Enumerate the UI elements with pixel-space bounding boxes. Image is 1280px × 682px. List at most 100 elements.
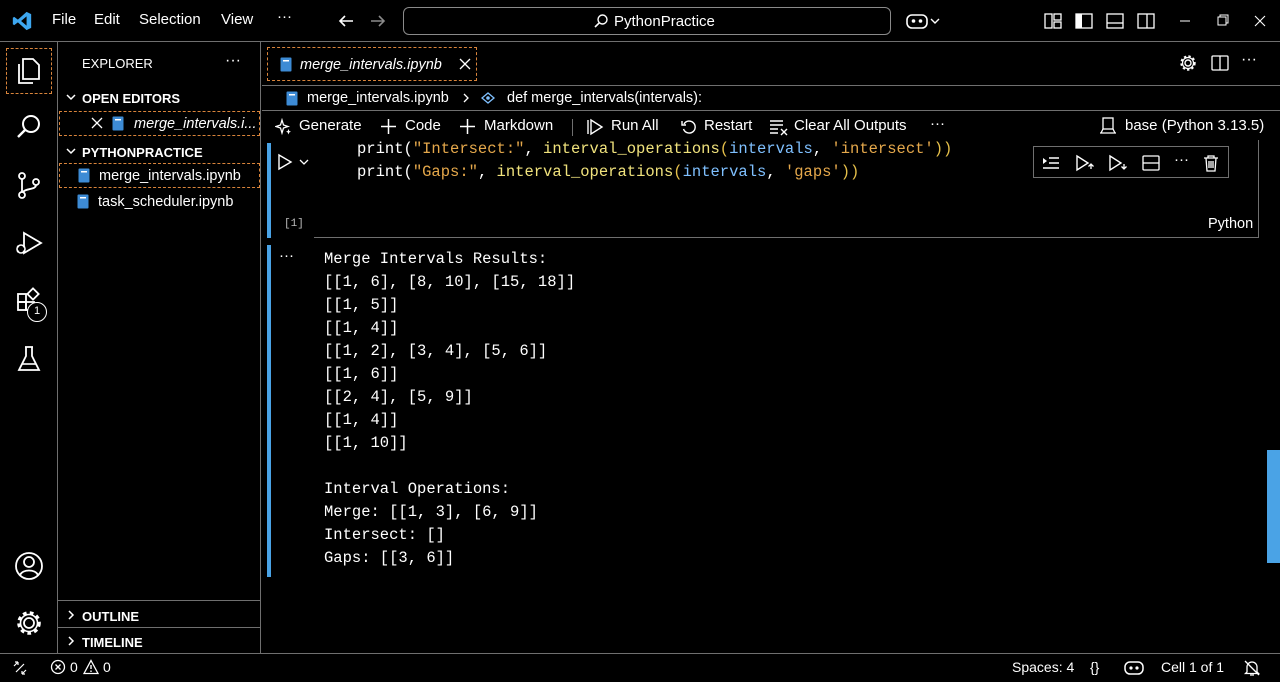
explorer-title: EXPLORER xyxy=(82,56,153,71)
output-line: Merge: [[1, 3], [6, 9]] xyxy=(324,503,538,521)
close-icon[interactable] xyxy=(458,57,472,71)
divider xyxy=(58,627,261,628)
forward-arrow-icon[interactable] xyxy=(369,12,387,30)
output-more-button[interactable]: ··· xyxy=(279,247,294,264)
kernel-selector[interactable]: base (Python 3.13.5) xyxy=(1125,117,1264,134)
add-markdown-cell-button[interactable]: Markdown xyxy=(484,117,553,134)
run-cell-icon[interactable] xyxy=(277,153,293,171)
outline-header[interactable]: OUTLINE xyxy=(58,605,261,627)
execution-count: [1] xyxy=(284,218,304,230)
command-center[interactable]: PythonPractice xyxy=(403,7,891,35)
output-line: [[1, 4]] xyxy=(324,319,399,337)
cell-position[interactable]: Cell 1 of 1 xyxy=(1161,659,1224,675)
copilot-status-icon[interactable] xyxy=(1124,659,1144,677)
run-by-line-icon[interactable] xyxy=(1042,154,1060,172)
menu-edit[interactable]: Edit xyxy=(94,11,120,28)
notebook-file-icon xyxy=(78,168,90,183)
split-editor-icon[interactable] xyxy=(1211,54,1229,72)
run-below-icon[interactable] xyxy=(1108,154,1128,172)
close-icon[interactable] xyxy=(90,116,104,130)
notebook-file-icon xyxy=(112,116,124,131)
toggle-primary-sidebar-icon[interactable] xyxy=(1075,12,1093,30)
toggle-panel-icon[interactable] xyxy=(1106,12,1124,30)
restore-icon[interactable] xyxy=(1216,12,1230,30)
cell-focus-indicator xyxy=(267,143,271,238)
output-line: Gaps: [[3, 6]] xyxy=(324,549,455,567)
output-line: [[1, 5]] xyxy=(324,296,399,314)
chevron-down-icon xyxy=(64,144,78,158)
notifications-muted-icon[interactable] xyxy=(1243,659,1261,677)
search-icon[interactable] xyxy=(14,112,44,142)
run-above-icon[interactable] xyxy=(1075,154,1095,172)
breadcrumb-symbol[interactable]: def merge_intervals(intervals): xyxy=(507,90,702,106)
output-line: [[1, 2], [3, 4], [5, 6]] xyxy=(324,342,548,360)
indentation-status[interactable]: Spaces: 4 xyxy=(1012,659,1074,675)
output-line: Intersect: [] xyxy=(324,526,445,544)
explorer-icon[interactable] xyxy=(14,55,44,85)
file-item-merge-intervals[interactable]: merge_intervals.ipynb xyxy=(59,163,260,188)
restart-button[interactable]: Restart xyxy=(704,117,752,134)
menu-more[interactable]: ··· xyxy=(277,8,292,25)
add-code-cell-button[interactable]: Code xyxy=(405,117,441,134)
vscode-logo-icon xyxy=(11,10,33,32)
vertical-scrollbar[interactable] xyxy=(1267,450,1280,563)
menu-file[interactable]: File xyxy=(52,11,76,28)
close-window-icon[interactable] xyxy=(1253,12,1267,30)
cell-more-button[interactable]: ··· xyxy=(1174,151,1189,168)
sparkle-icon xyxy=(275,118,293,136)
chevron-right-icon xyxy=(460,92,472,104)
generate-button[interactable]: Generate xyxy=(299,117,362,134)
editor-more-button[interactable]: ··· xyxy=(1241,51,1257,69)
settings-gear-icon[interactable] xyxy=(1179,54,1197,72)
timeline-header[interactable]: TIMELINE xyxy=(58,631,261,653)
chevron-down-icon[interactable] xyxy=(298,156,310,168)
file-item-task-scheduler[interactable]: task_scheduler.ipynb xyxy=(59,190,260,215)
explorer-more-button[interactable]: ··· xyxy=(225,52,241,70)
error-icon[interactable] xyxy=(50,659,66,675)
split-cell-icon[interactable] xyxy=(1142,154,1160,172)
file-name: merge_intervals.ipynb xyxy=(99,168,241,184)
output-line: Interval Operations: xyxy=(324,480,511,498)
chevron-down-icon xyxy=(64,90,78,104)
file-name: task_scheduler.ipynb xyxy=(98,194,234,210)
cell-language[interactable]: Python xyxy=(1208,216,1253,232)
run-all-icon xyxy=(587,118,605,136)
folder-header[interactable]: PYTHONPRACTICE xyxy=(58,142,261,164)
language-braces[interactable]: {} xyxy=(1090,659,1099,675)
manage-gear-icon[interactable] xyxy=(14,608,44,638)
toggle-secondary-sidebar-icon[interactable] xyxy=(1137,12,1155,30)
editor-area: merge_intervals.ipynb ··· merge_interval… xyxy=(262,42,1280,653)
remote-icon[interactable] xyxy=(12,660,28,676)
error-count[interactable]: 0 xyxy=(70,659,78,675)
breadcrumb-file[interactable]: merge_intervals.ipynb xyxy=(307,90,449,106)
open-editors-header[interactable]: OPEN EDITORS xyxy=(58,88,261,110)
open-editors-label: OPEN EDITORS xyxy=(82,91,181,106)
delete-cell-icon[interactable] xyxy=(1203,154,1219,172)
warning-icon[interactable] xyxy=(83,659,99,675)
testing-icon[interactable] xyxy=(14,344,44,374)
run-all-button[interactable]: Run All xyxy=(611,117,659,134)
chevron-right-icon xyxy=(64,634,78,648)
tab-divider xyxy=(262,85,1280,86)
back-arrow-icon[interactable] xyxy=(337,12,355,30)
output-line: [[1, 4]] xyxy=(324,411,399,429)
clear-all-outputs-button[interactable]: Clear All Outputs xyxy=(794,117,907,134)
open-editor-item[interactable]: merge_intervals.i... xyxy=(59,111,260,136)
python-icon xyxy=(480,91,496,105)
toolbar-divider xyxy=(572,119,573,136)
notebook-file-icon xyxy=(286,91,298,106)
source-control-icon[interactable] xyxy=(14,170,44,200)
run-debug-icon[interactable] xyxy=(14,228,44,258)
minimize-icon[interactable] xyxy=(1178,12,1192,30)
menu-view[interactable]: View xyxy=(221,11,253,28)
toolbar-more-button[interactable]: ··· xyxy=(930,115,945,132)
output-line: [[1, 6]] xyxy=(324,365,399,383)
accounts-icon[interactable] xyxy=(14,551,44,581)
copilot-icon[interactable] xyxy=(906,11,940,31)
kernel-icon xyxy=(1099,117,1117,135)
customize-layout-icon[interactable] xyxy=(1044,12,1062,30)
warning-count[interactable]: 0 xyxy=(103,659,111,675)
tab-merge-intervals[interactable]: merge_intervals.ipynb xyxy=(267,47,477,81)
outline-label: OUTLINE xyxy=(82,609,140,624)
menu-selection[interactable]: Selection xyxy=(139,11,201,28)
